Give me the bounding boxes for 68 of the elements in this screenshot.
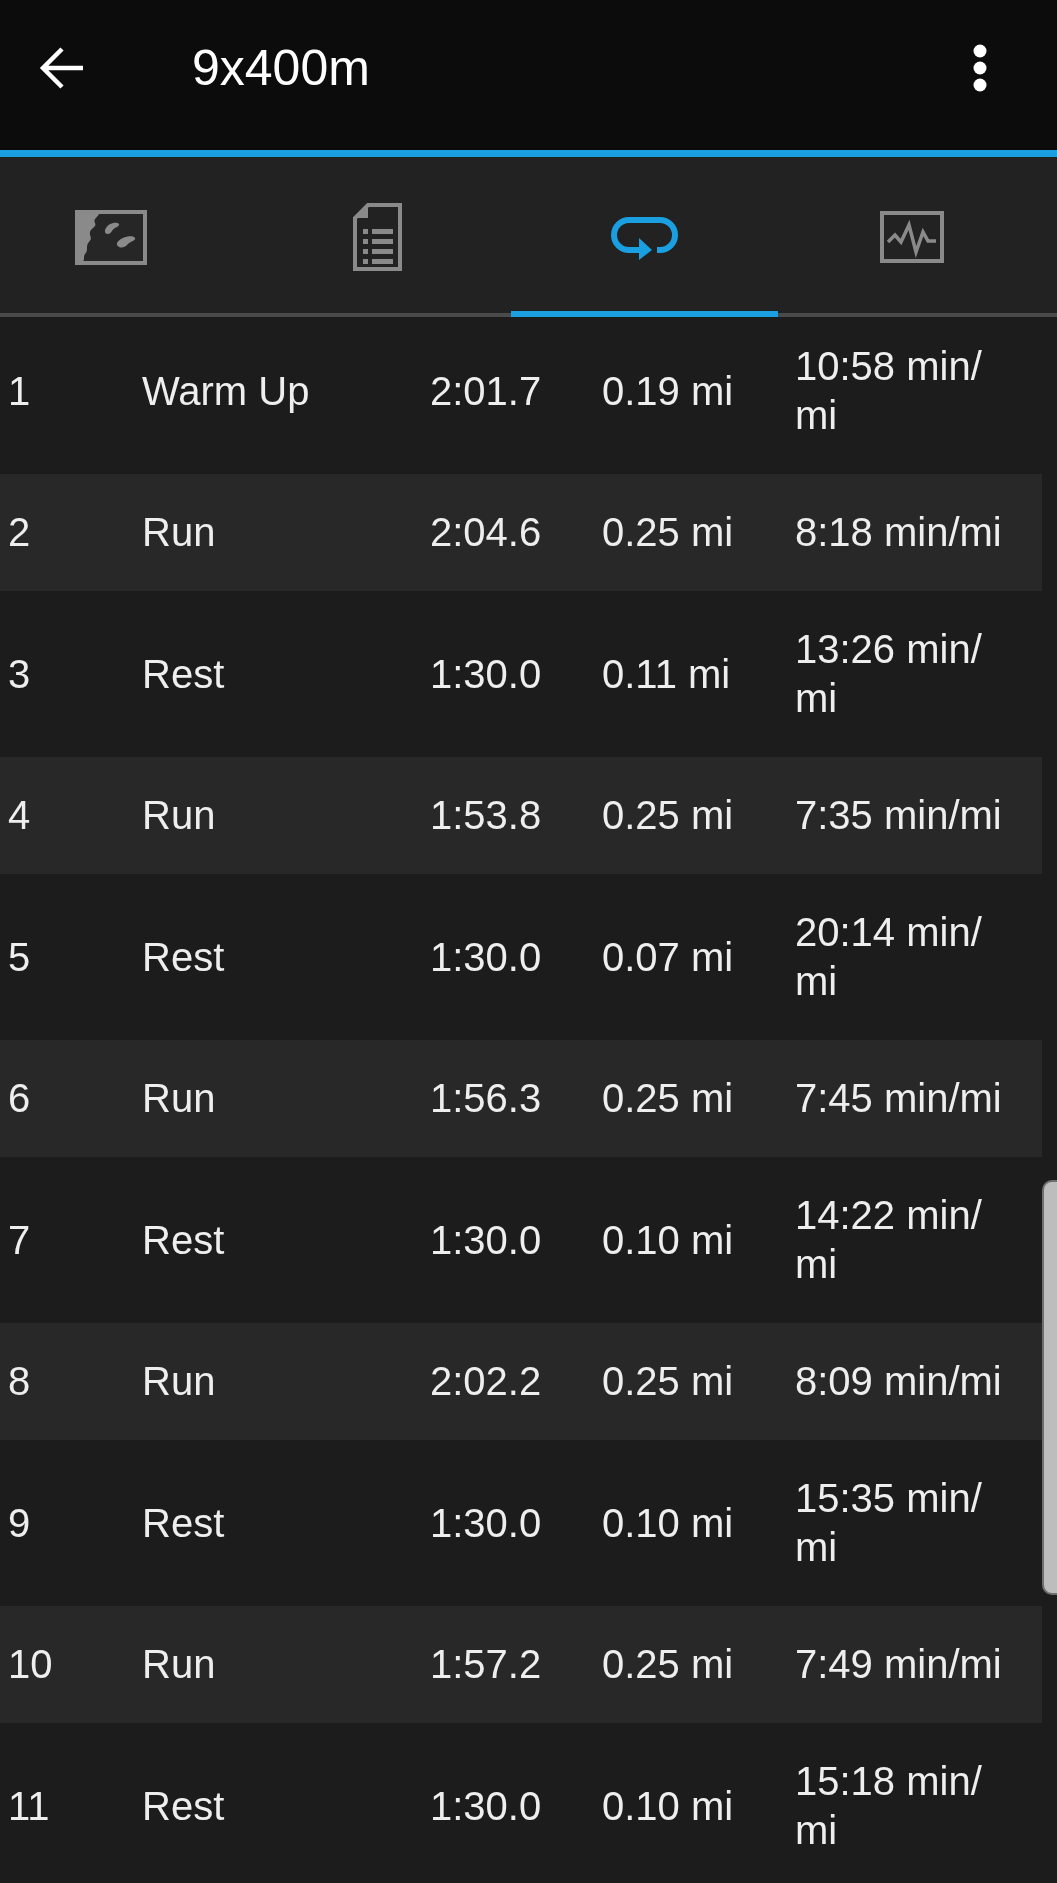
lap-row[interactable]: 10 Run 1:57.2 0.25 mi 7:49 min/mi xyxy=(0,1606,1042,1723)
lap-pace: 15:35 min/mi xyxy=(795,1475,983,1571)
lap-time: 1:30.0 xyxy=(430,1216,543,1264)
step-name: Run xyxy=(142,792,217,839)
lap-distance: 0.25 mi xyxy=(602,1075,735,1122)
step-name: Warm Up xyxy=(142,367,311,415)
lap-pace: 20:14 min/mi xyxy=(795,909,983,1005)
lap-time: 2:04.6 xyxy=(430,509,543,556)
lap-pace: 14:22 min/mi xyxy=(795,1192,983,1288)
lap-number: 5 xyxy=(8,933,32,981)
map-icon xyxy=(74,209,147,265)
lap-pace: 7:49 min/mi xyxy=(795,1641,1003,1688)
lap-distance: 0.25 mi xyxy=(602,509,735,556)
lap-pace: 8:18 min/mi xyxy=(795,509,1003,556)
lap-distance: 0.19 mi xyxy=(602,367,735,415)
step-name: Rest xyxy=(142,1782,226,1830)
lap-time: 1:53.8 xyxy=(430,792,543,839)
lap-number: 3 xyxy=(8,650,32,698)
lap-distance: 0.25 mi xyxy=(602,1358,735,1405)
step-name: Run xyxy=(142,1641,217,1688)
lap-row[interactable]: 4 Run 1:53.8 0.25 mi 7:35 min/mi xyxy=(0,757,1042,874)
step-name: Run xyxy=(142,1075,217,1122)
lap-number: 1 xyxy=(8,367,32,415)
lap-time: 1:56.3 xyxy=(430,1075,543,1122)
lap-number: 10 xyxy=(8,1641,54,1688)
document-icon xyxy=(353,203,402,271)
lap-number: 8 xyxy=(8,1358,32,1405)
lap-distance: 0.10 mi xyxy=(602,1499,735,1547)
lap-distance: 0.10 mi xyxy=(602,1216,735,1264)
step-name: Rest xyxy=(142,1499,226,1547)
menu-button[interactable] xyxy=(973,44,987,92)
lap-number: 6 xyxy=(8,1075,32,1122)
lap-pace: 13:26 min/mi xyxy=(795,626,983,722)
lap-time: 1:57.2 xyxy=(430,1641,543,1688)
lap-time: 2:02.2 xyxy=(430,1358,543,1405)
lap-number: 9 xyxy=(8,1499,32,1547)
lap-distance: 0.25 mi xyxy=(602,1641,735,1688)
step-name: Run xyxy=(142,509,217,556)
lap-pace: 15:18 min/mi xyxy=(795,1758,983,1854)
lap-time: 1:30.0 xyxy=(430,1499,543,1547)
lap-time: 2:01.7 xyxy=(430,367,543,415)
lap-number: 11 xyxy=(8,1782,51,1830)
lap-time: 1:30.0 xyxy=(430,933,543,981)
step-name: Rest xyxy=(142,1216,226,1264)
lap-pace: 7:45 min/mi xyxy=(795,1075,1003,1122)
lap-pace: 10:58 min/mi xyxy=(795,343,983,439)
lap-distance: 0.10 mi xyxy=(602,1782,735,1830)
lap-number: 7 xyxy=(8,1216,32,1264)
lap-row[interactable]: 2 Run 2:04.6 0.25 mi 8:18 min/mi xyxy=(0,474,1042,591)
lap-distance: 0.25 mi xyxy=(602,792,735,839)
screen-title: 9x400m xyxy=(192,39,371,97)
loop-arrow-icon xyxy=(610,214,679,260)
lap-number: 4 xyxy=(8,792,32,839)
step-name: Rest xyxy=(142,650,226,698)
lap-time: 1:30.0 xyxy=(430,1782,543,1830)
chart-icon xyxy=(879,211,944,263)
lap-pace: 7:35 min/mi xyxy=(795,792,1003,839)
lap-pace: 8:09 min/mi xyxy=(795,1358,1003,1405)
step-name: Run xyxy=(142,1358,217,1405)
lap-distance: 0.11 mi xyxy=(602,650,732,698)
lap-row[interactable]: 8 Run 2:02.2 0.25 mi 8:09 min/mi xyxy=(0,1323,1042,1440)
lap-number: 2 xyxy=(8,509,32,556)
step-name: Rest xyxy=(142,933,226,981)
scrollbar-thumb[interactable] xyxy=(1042,1180,1057,1595)
lap-distance: 0.07 mi xyxy=(602,933,735,981)
lap-time: 1:30.0 xyxy=(430,650,543,698)
more-vertical-icon xyxy=(973,44,987,92)
lap-row[interactable]: 6 Run 1:56.3 0.25 mi 7:45 min/mi xyxy=(0,1040,1042,1157)
